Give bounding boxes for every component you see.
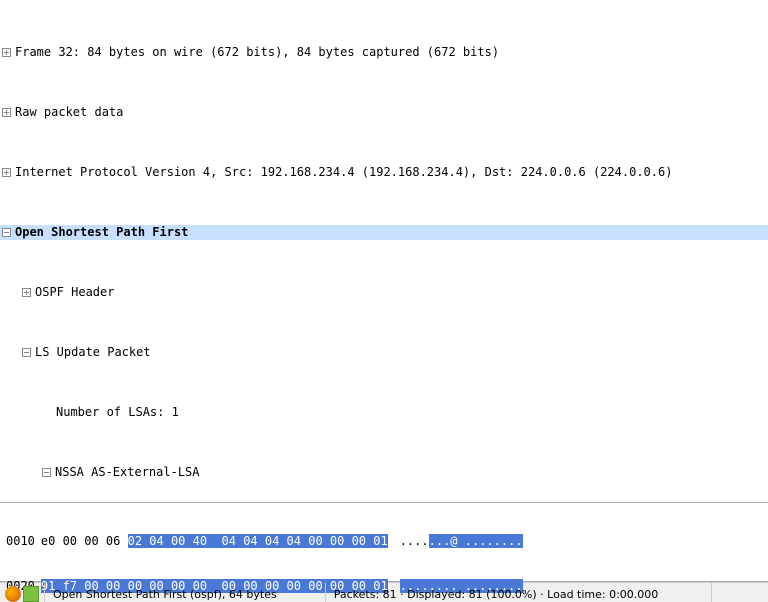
collapse-icon[interactable] xyxy=(22,348,31,357)
expert-info-icon[interactable] xyxy=(5,586,21,602)
hex-plain: e0 00 00 06 xyxy=(41,534,128,548)
status-text: Packets: 81 · Displayed: 81 (100.0%) · L… xyxy=(334,587,659,602)
packet-details-tree[interactable]: Frame 32: 84 bytes on wire (672 bits), 8… xyxy=(0,0,768,503)
tree-frame[interactable]: Frame 32: 84 bytes on wire (672 bits), 8… xyxy=(0,45,768,60)
tree-label: OSPF Header xyxy=(35,285,114,300)
expand-icon[interactable] xyxy=(2,108,11,117)
status-text: Open Shortest Path First (ospf), 64 byte… xyxy=(53,587,277,602)
expand-icon[interactable] xyxy=(22,288,31,297)
tree-label: Frame 32: 84 bytes on wire (672 bits), 8… xyxy=(15,45,499,60)
hex-offset: 0010 xyxy=(0,534,41,549)
ascii-selected: ...@ ........ xyxy=(429,534,523,548)
tree-label: Internet Protocol Version 4, Src: 192.16… xyxy=(15,165,672,180)
ascii-plain: .... xyxy=(400,534,429,548)
status-icons xyxy=(0,583,45,602)
collapse-icon[interactable] xyxy=(42,468,51,477)
tree-label: LS Update Packet xyxy=(35,345,151,360)
tree-label: NSSA AS-External-LSA xyxy=(55,465,200,480)
tree-ospf[interactable]: Open Shortest Path First xyxy=(0,225,768,240)
tree-label: Raw packet data xyxy=(15,105,123,120)
hex-dump-pane[interactable]: 0010 e0 00 00 06 02 04 00 40 04 04 04 04… xyxy=(0,503,768,582)
hex-row[interactable]: 0010 e0 00 00 06 02 04 00 40 04 04 04 04… xyxy=(0,534,768,549)
hex-selected: 02 04 00 40 04 04 04 04 00 00 00 01 xyxy=(128,534,388,548)
tree-raw[interactable]: Raw packet data xyxy=(0,105,768,120)
tree-ipv4[interactable]: Internet Protocol Version 4, Src: 192.16… xyxy=(0,165,768,180)
status-bar: Open Shortest Path First (ospf), 64 byte… xyxy=(0,582,768,602)
expand-icon[interactable] xyxy=(2,168,11,177)
collapse-icon[interactable] xyxy=(2,228,11,237)
tree-ospf-header[interactable]: OSPF Header xyxy=(0,285,768,300)
capture-file-icon[interactable] xyxy=(23,586,39,602)
tree-label: Open Shortest Path First xyxy=(15,225,188,240)
tree-nssa-lsa[interactable]: NSSA AS-External-LSA xyxy=(0,465,768,480)
status-packets: Packets: 81 · Displayed: 81 (100.0%) · L… xyxy=(326,583,712,602)
tree-num-lsa[interactable]: Number of LSAs: 1 xyxy=(0,405,768,420)
status-protocol: Open Shortest Path First (ospf), 64 byte… xyxy=(45,583,326,602)
tree-label: Number of LSAs: 1 xyxy=(56,405,179,420)
expand-icon[interactable] xyxy=(2,48,11,57)
status-profile xyxy=(712,583,768,602)
tree-ls-update[interactable]: LS Update Packet xyxy=(0,345,768,360)
